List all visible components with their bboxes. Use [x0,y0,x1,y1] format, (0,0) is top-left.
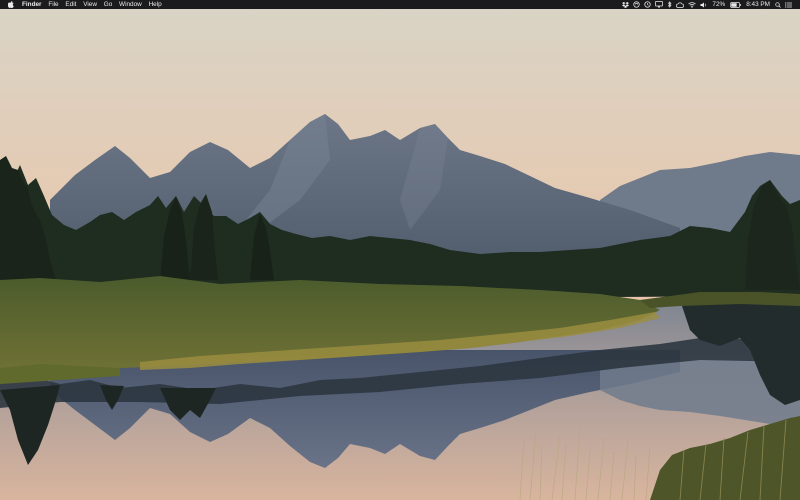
menu-bar: Finder File Edit View Go Window Help 72%… [0,0,800,9]
desktop: Finder File Edit View Go Window Help 72%… [0,0,800,500]
menu-bar-left: Finder File Edit View Go Window Help [6,0,165,9]
volume-icon[interactable] [698,0,709,9]
apple-icon[interactable] [6,0,16,9]
bluetooth-icon[interactable] [665,0,674,9]
clock[interactable]: 8:43 PM [743,0,773,9]
battery-percent[interactable]: 72% [709,0,728,9]
dropbox-icon[interactable] [620,0,631,9]
menu-edit[interactable]: Edit [62,0,80,9]
wifi-icon[interactable] [686,0,698,9]
menu-finder[interactable]: Finder [16,0,45,9]
menu-view[interactable]: View [80,0,101,9]
menu-bar-right: 72% 8:43 PM [620,0,794,9]
sync-icon[interactable] [631,0,642,9]
display-icon[interactable] [653,0,665,9]
menu-go[interactable]: Go [100,0,115,9]
notification-center-icon[interactable] [783,0,794,9]
creative-cloud-icon[interactable] [674,0,686,9]
spotlight-search-icon[interactable] [773,0,783,9]
menu-window[interactable]: Window [116,0,146,9]
menu-help[interactable]: Help [145,0,165,9]
battery-icon[interactable] [728,0,743,9]
desktop-wallpaper [0,0,800,500]
time-machine-icon[interactable] [642,0,653,9]
menu-file[interactable]: File [45,0,62,9]
